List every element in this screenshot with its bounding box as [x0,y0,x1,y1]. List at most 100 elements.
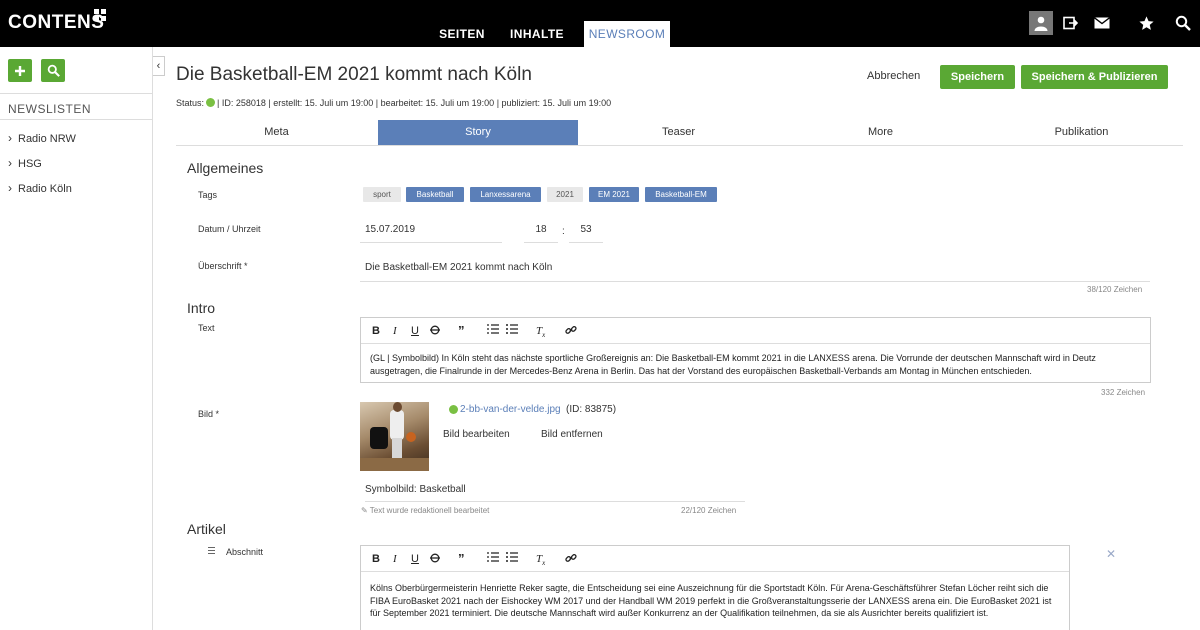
sidebar-item-radio-koeln[interactable]: › Radio Köln [8,181,72,195]
status-dot-icon [449,405,458,414]
image-id: (ID: 83875) [566,404,617,415]
nav-tab-inhalte[interactable]: INHALTE [502,21,572,47]
tag[interactable]: sport [363,187,401,202]
status-dot-icon [206,98,216,107]
underline-icon[interactable]: U [411,552,419,566]
tag[interactable]: Basketball [406,187,464,202]
clear-format-icon[interactable]: Tx [536,552,545,570]
quote-icon[interactable]: ” [458,324,465,338]
sidebar-heading: NEWSLISTEN [8,102,92,116]
close-icon[interactable]: ✕ [1106,547,1116,561]
numbered-list-icon[interactable] [487,552,499,566]
meta-details: | ID: 258018 | erstellt: 15. Juli um 19:… [217,98,612,108]
status-label: Status: [176,98,205,108]
caption-counter: 22/120 Zeichen [681,506,737,515]
image-file-link[interactable]: 2-bb-van-der-velde.jpg [460,404,561,415]
editor-toolbar: B I U ” Tx [361,546,1069,572]
image-label: Bild * [198,409,220,419]
article-editor[interactable]: B I U ” Tx Kölns Oberbürgermeisterin Hen… [360,545,1070,630]
page-title: Die Basketball-EM 2021 kommt nach Köln [176,64,532,85]
bullet-list-icon[interactable] [506,324,518,338]
mail-icon[interactable] [1090,11,1114,35]
save-button[interactable]: Speichern [940,65,1015,89]
quote-icon[interactable]: ” [458,552,465,566]
drag-handle-icon[interactable] [208,547,215,557]
sidebar-item-radio-nrw[interactable]: › Radio NRW [8,131,76,145]
star-icon[interactable] [1134,11,1158,35]
tab-publikation[interactable]: Publikation [981,120,1182,145]
app-logo[interactable]: CONTENS [8,12,104,34]
pencil-icon: ✎ [361,506,370,515]
add-button[interactable] [8,59,32,82]
tag[interactable]: EM 2021 [589,187,639,202]
edit-image-button[interactable]: Bild bearbeiten [443,429,510,440]
tab-teaser[interactable]: Teaser [578,120,779,145]
section-block-label: Abschnitt [226,547,264,557]
section-artikel: Artikel [187,521,226,537]
sidebar-collapse-button[interactable]: ‹ [153,56,165,76]
image-thumbnail[interactable] [360,402,429,471]
intro-text[interactable]: (GL | Symbolbild) In Köln steht das näch… [370,352,1141,378]
nav-tab-seiten[interactable]: SEITEN [430,21,494,47]
section-allgemeines: Allgemeines [187,160,264,176]
clear-format-icon[interactable]: Tx [536,324,545,342]
bold-icon[interactable]: B [372,552,380,566]
top-bar: CONTENS SEITEN INHALTE NEWSROOM [0,0,1200,47]
sidebar-item-hsg[interactable]: › HSG [8,156,42,170]
italic-icon[interactable]: I [393,324,397,338]
edited-note: ✎ Text wurde redaktionell bearbeitet [361,506,489,515]
tag[interactable]: 2021 [547,187,583,202]
tag[interactable]: Lanxessarena [470,187,541,202]
link-icon[interactable] [565,324,577,340]
date-label: Datum / Uhrzeit [198,224,261,234]
tags-label: Tags [198,190,218,200]
text-label: Text [198,323,215,333]
tab-story[interactable]: Story [378,120,578,145]
tab-more[interactable]: More [780,120,981,145]
sidebar-item-label: Radio Köln [18,183,72,195]
underline-icon[interactable]: U [411,324,419,338]
logo-grid-icon [94,9,107,22]
tabs-divider [176,145,1183,146]
chevron-left-icon: ‹ [156,60,161,72]
bullet-list-icon[interactable] [506,552,518,566]
intro-editor[interactable]: B I U ” Tx (GL | Symbolbild) In Köln ste… [360,317,1151,383]
chevron-right-icon: › [8,181,12,195]
link-icon[interactable] [565,552,577,568]
plus-icon [15,65,25,76]
chevron-right-icon: › [8,131,12,145]
remove-image-button[interactable]: Bild entfernen [541,429,603,440]
tab-meta[interactable]: Meta [176,120,377,145]
date-input[interactable]: 15.07.2019 [360,224,502,243]
search-icon [47,64,60,77]
headline-label: Überschrift * [198,261,248,271]
sidebar: NEWSLISTEN › Radio NRW › HSG › Radio Köln [0,47,153,630]
cancel-button[interactable]: Abbrechen [867,70,920,82]
time-separator: : [562,226,565,237]
article-text[interactable]: Kölns Oberbürgermeisterin Henriette Reke… [370,582,1060,620]
article-meta: Status: | ID: 258018 | erstellt: 15. Juli… [176,98,611,108]
divider [0,93,153,94]
strikethrough-icon[interactable] [430,324,440,340]
tag[interactable]: Basketball-EM [645,187,717,202]
numbered-list-icon[interactable] [487,324,499,338]
headline-input[interactable]: Die Basketball-EM 2021 kommt nach Köln [360,262,1150,282]
intro-counter: 332 Zeichen [1101,388,1146,397]
section-intro: Intro [187,300,216,316]
italic-icon[interactable]: I [393,552,397,566]
sidebar-search-button[interactable] [41,59,65,82]
chevron-right-icon: › [8,156,12,170]
search-icon[interactable] [1171,11,1195,35]
sidebar-item-label: HSG [18,158,42,170]
edited-note-text: Text wurde redaktionell bearbeitet [369,506,490,515]
minute-input[interactable]: 53 [569,224,603,243]
save-publish-button[interactable]: Speichern & Publizieren [1021,65,1168,89]
strikethrough-icon[interactable] [430,552,440,568]
user-icon[interactable] [1029,11,1053,35]
export-icon[interactable] [1058,11,1082,35]
bold-icon[interactable]: B [372,324,380,338]
image-caption-input[interactable]: Symbolbild: Basketball [365,484,745,502]
editor-toolbar: B I U ” Tx [361,318,1150,344]
nav-tab-newsroom[interactable]: NEWSROOM [584,21,670,47]
hour-input[interactable]: 18 [524,224,558,243]
